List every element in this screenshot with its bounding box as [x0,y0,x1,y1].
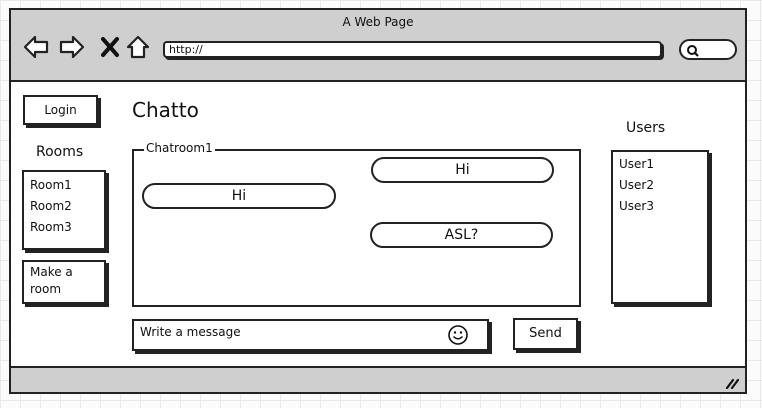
message-placeholder: Write a message [140,325,241,339]
chatroom-panel: Chatroom1 Hi Hi ASL? [132,141,581,307]
users-heading: Users [626,120,666,136]
room-item[interactable]: Room3 [30,217,98,238]
rooms-list: Room1 Room2 Room3 [22,170,106,250]
rooms-heading: Rooms [36,144,84,160]
back-icon[interactable] [23,34,49,60]
user-item[interactable]: User3 [619,196,701,217]
forward-icon[interactable] [59,34,85,60]
chatroom-label: Chatroom1 [144,141,215,155]
smiley-icon[interactable] [447,324,469,346]
room-item[interactable]: Room1 [30,175,98,196]
url-bar[interactable]: http:// [163,41,662,58]
chat-message: Hi [371,157,554,183]
status-bar [11,366,745,392]
make-room-button[interactable]: Make a room [22,260,106,304]
login-button[interactable]: Login [23,95,98,125]
send-button[interactable]: Send [513,318,578,350]
browser-toolbar: A Web Page http:// [11,10,745,82]
user-item[interactable]: User1 [619,154,701,175]
browser-window: A Web Page http:// Login Rooms Room1 Roo… [9,8,747,394]
resize-grip-icon[interactable] [725,377,739,389]
message-input[interactable]: Write a message [132,319,489,351]
window-title: A Web Page [342,15,414,29]
app-title: Chatto [132,98,199,122]
search-icon [687,45,699,57]
home-icon[interactable] [125,34,151,60]
chat-message: Hi [142,183,336,209]
search-box[interactable] [679,39,737,60]
users-list: User1 User2 User3 [611,150,709,304]
user-item[interactable]: User2 [619,175,701,196]
room-item[interactable]: Room2 [30,196,98,217]
close-icon[interactable] [99,34,125,60]
chat-message: ASL? [370,222,553,248]
